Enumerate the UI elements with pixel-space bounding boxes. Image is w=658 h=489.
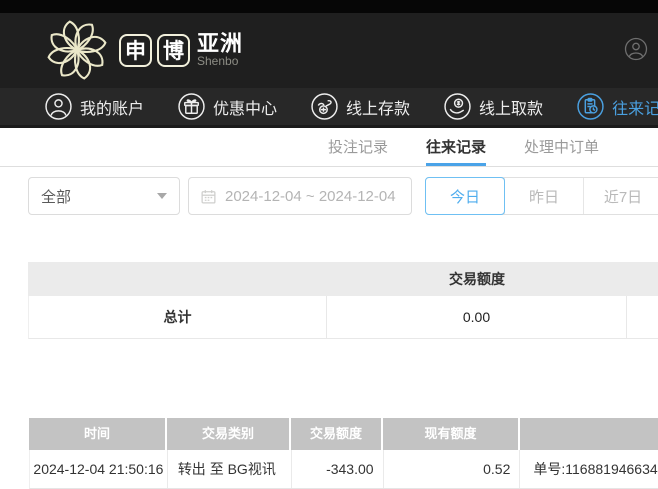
record-time: 2024-12-04 21:50:16 xyxy=(30,450,168,488)
logo-subtitle: Shenbo xyxy=(197,54,239,69)
nav-item-promotions[interactable]: 优惠中心 xyxy=(178,93,277,120)
summary-table: 交易额度 总计 0.00 xyxy=(28,262,658,339)
records-header-type: 交易类别 xyxy=(167,418,291,450)
logo-text: 亚洲 Shenbo xyxy=(197,32,243,68)
logo-char-box-shen: 申 xyxy=(119,33,152,67)
quick-date-group: 今日 昨日 近7日 xyxy=(425,177,658,215)
nav-label: 线上取款 xyxy=(479,100,544,118)
logo-char-box-bo: 博 xyxy=(157,33,190,67)
user-icon xyxy=(45,93,72,120)
chevron-down-icon xyxy=(157,193,167,199)
nav-label: 我的账户 xyxy=(80,100,145,118)
tab-transaction-records[interactable]: 往来记录 xyxy=(425,128,486,166)
deposit-icon xyxy=(311,93,338,120)
record-order-number: 单号:116881946634 xyxy=(533,461,658,477)
flower-logo-icon xyxy=(47,20,107,80)
summary-header-amount: 交易额度 xyxy=(449,271,505,287)
records-header-row: 时间 交易类别 交易额度 现有额度 xyxy=(29,418,658,450)
logo-char-shen: 申 xyxy=(125,40,146,63)
main-navbar: 我的账户 优惠中心 线上存款 线上取款 往来记 xyxy=(0,88,658,128)
record-balance: 0.52 xyxy=(384,450,521,488)
type-select-value: 全部 xyxy=(41,188,72,206)
top-black-strip xyxy=(0,0,658,13)
summary-header-row: 交易额度 xyxy=(28,262,658,296)
records-tabbar: 投注记录 往来记录 处理中订单 xyxy=(0,128,658,167)
tab-processing-orders[interactable]: 处理中订单 xyxy=(524,128,599,166)
summary-total-amount: 0.00 xyxy=(327,296,627,338)
logo-region: 亚洲 xyxy=(197,31,244,57)
date-range-value: 2024-12-04 ~ 2024-12-04 xyxy=(225,187,396,205)
records-header-amount: 交易额度 xyxy=(291,418,383,450)
gift-icon xyxy=(178,93,205,120)
transaction-records-page: 申 博 亚洲 Shenbo 我的账户 优惠中心 线上存款 线上取款 往来记 投注… xyxy=(0,0,658,489)
summary-total-row: 总计 0.00 xyxy=(28,296,658,339)
records-icon xyxy=(577,93,604,120)
quick-today-button[interactable]: 今日 xyxy=(425,177,505,215)
quick-last7days-button[interactable]: 近7日 xyxy=(583,178,658,214)
withdraw-icon xyxy=(444,93,471,120)
shenbo-logo[interactable]: 申 博 亚洲 Shenbo xyxy=(40,17,243,83)
filter-bar: 全部 2024-12-04 ~ 2024-12-04 今日 昨日 近7日 xyxy=(0,167,658,231)
record-type: 转出 至 BG视讯 xyxy=(168,450,292,488)
calendar-icon xyxy=(201,189,216,204)
quick-yesterday-button[interactable]: 昨日 xyxy=(504,178,583,214)
records-header-balance: 现有额度 xyxy=(383,418,520,450)
nav-item-online-deposit[interactable]: 线上存款 xyxy=(311,93,410,120)
records-header-time: 时间 xyxy=(29,418,167,450)
account-avatar-icon[interactable] xyxy=(624,37,648,61)
type-select[interactable]: 全部 xyxy=(28,177,180,215)
logo-char-bo: 博 xyxy=(163,40,184,63)
tab-betting-records[interactable]: 投注记录 xyxy=(328,128,388,166)
site-header: 申 博 亚洲 Shenbo xyxy=(0,13,658,88)
nav-label: 优惠中心 xyxy=(213,100,278,118)
records-header-order xyxy=(520,418,658,450)
table-row: 2024-12-04 21:50:16 转出 至 BG视讯 -343.00 0.… xyxy=(29,450,658,489)
nav-label: 往来记录 xyxy=(612,100,658,118)
nav-item-transaction-records[interactable]: 往来记录 xyxy=(577,93,658,120)
summary-total-label: 总计 xyxy=(29,296,327,338)
date-range-input[interactable]: 2024-12-04 ~ 2024-12-04 xyxy=(188,177,412,215)
nav-item-online-withdrawal[interactable]: 线上取款 xyxy=(444,93,543,120)
nav-item-my-account[interactable]: 我的账户 xyxy=(45,93,144,120)
nav-label: 线上存款 xyxy=(346,100,411,118)
record-amount: -343.00 xyxy=(292,450,384,488)
records-table: 时间 交易类别 交易额度 现有额度 2024-12-04 21:50:16 转出… xyxy=(29,418,658,489)
